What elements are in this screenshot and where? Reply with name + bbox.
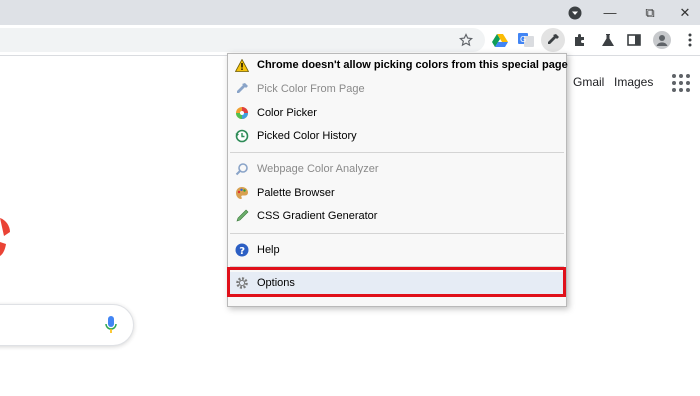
- google-translate-icon[interactable]: G: [514, 28, 538, 52]
- extensions-puzzle-icon[interactable]: [568, 28, 592, 52]
- help-icon: ?: [234, 242, 250, 258]
- search-box[interactable]: [0, 304, 134, 346]
- more-menu-icon[interactable]: [678, 28, 700, 52]
- warning-icon: [234, 57, 250, 73]
- images-link[interactable]: Images: [614, 75, 653, 89]
- profile-dropdown-icon[interactable]: [556, 0, 594, 25]
- eyedropper-icon: [234, 81, 250, 97]
- side-panel-icon[interactable]: [622, 28, 646, 52]
- google-drive-icon[interactable]: [488, 28, 512, 52]
- menu-item-pick-color-from-page: Pick Color From Page: [228, 78, 566, 100]
- special-page-warning: Chrome doesn't allow picking colors from…: [228, 54, 568, 76]
- browser-title-bar: — ⧉ ✕: [0, 0, 700, 25]
- history-icon: [234, 128, 250, 144]
- profile-avatar-icon[interactable]: [650, 28, 674, 52]
- color-wheel-icon: [234, 105, 250, 121]
- menu-separator: [230, 233, 564, 234]
- magnifier-icon: [234, 161, 250, 177]
- address-bar-row: [0, 25, 700, 56]
- star-icon[interactable]: [454, 28, 478, 52]
- palette-icon: [234, 185, 250, 201]
- microphone-icon[interactable]: [105, 316, 117, 337]
- menu-item-webpage-color-analyzer: Webpage Color Analyzer: [228, 158, 566, 180]
- menu-item-picked-color-history[interactable]: Picked Color History: [228, 125, 566, 147]
- menu-separator: [230, 152, 564, 153]
- minimize-icon[interactable]: —: [591, 0, 629, 25]
- menu-item-palette-browser[interactable]: Palette Browser: [228, 182, 566, 204]
- apps-grid-icon[interactable]: [672, 74, 690, 92]
- svg-text:G: G: [520, 35, 526, 44]
- menu-item-css-gradient-generator[interactable]: CSS Gradient Generator: [228, 205, 566, 227]
- gradient-pen-icon: [234, 208, 250, 224]
- close-icon[interactable]: ✕: [666, 0, 700, 25]
- omnibox[interactable]: [0, 28, 485, 52]
- svg-text:?: ?: [239, 246, 245, 257]
- menu-item-color-picker[interactable]: Color Picker: [228, 102, 566, 124]
- labs-flask-icon[interactable]: [596, 28, 620, 52]
- options-highlight-box: [227, 267, 566, 297]
- menu-item-help[interactable]: ? Help: [228, 239, 566, 261]
- google-logo-fragment: [0, 218, 10, 256]
- restore-icon[interactable]: ⧉: [631, 0, 669, 25]
- gmail-link[interactable]: Gmail: [573, 75, 604, 89]
- eyedropper-extension-icon[interactable]: [541, 28, 565, 52]
